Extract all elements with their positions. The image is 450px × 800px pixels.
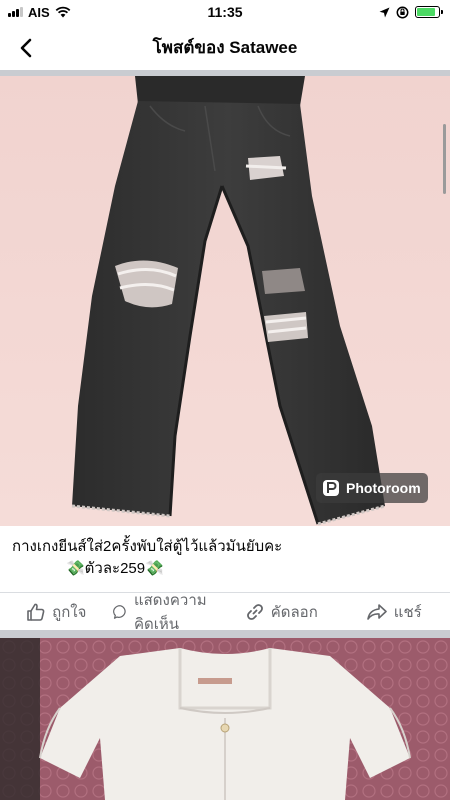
- photoroom-watermark: Photoroom: [316, 473, 428, 503]
- share-button[interactable]: แชร์: [338, 593, 450, 631]
- status-time: 11:35: [207, 4, 243, 20]
- post-caption: กางเกงยีนส์ใส่2ครั้งพับใส่ตู้ไว้แล้วมันย…: [12, 536, 438, 580]
- comment-label: แสดงความคิดเห็น: [133, 591, 207, 633]
- caption-line-2: 💸ตัวละ259💸: [66, 560, 164, 577]
- page-title: โพสต์ของ Satawee: [152, 37, 298, 57]
- copy-label: คัดลอก: [270, 603, 318, 621]
- post-divider: [0, 630, 450, 638]
- wifi-icon: [55, 6, 71, 18]
- comment-button[interactable]: แสดงความคิดเห็น: [112, 592, 226, 633]
- share-label: แชร์: [393, 603, 422, 621]
- back-button[interactable]: [12, 34, 40, 62]
- orientation-lock-icon: [396, 6, 409, 18]
- post-photo[interactable]: [0, 76, 450, 526]
- action-bar: ถูกใจ แสดงความคิดเห็น คัดลอก แชร์: [0, 592, 450, 633]
- location-arrow-icon: [379, 7, 390, 17]
- post-photo-2[interactable]: [0, 638, 450, 800]
- photoroom-logo-icon: [323, 480, 339, 496]
- like-label: ถูกใจ: [52, 603, 87, 621]
- status-bar: AIS 11:35: [0, 0, 450, 24]
- scroll-indicator[interactable]: [443, 124, 446, 194]
- comment-bubble-icon: [112, 604, 126, 619]
- like-button[interactable]: ถูกใจ: [0, 593, 113, 631]
- caption-line-1: กางเกงยีนส์ใส่2ครั้งพับใส่ตู้ไว้แล้วมันย…: [12, 538, 283, 555]
- copy-button[interactable]: คัดลอก: [225, 593, 338, 631]
- post-header: โพสต์ของ Satawee: [0, 24, 450, 70]
- battery-fill: [417, 8, 435, 16]
- link-icon: [246, 603, 263, 620]
- share-arrow-icon: [366, 603, 387, 620]
- watermark-label: Photoroom: [346, 480, 421, 496]
- battery-icon: [415, 6, 443, 18]
- status-right: [379, 6, 443, 19]
- thumbs-up-icon: [27, 603, 45, 621]
- signal-icon: [8, 7, 23, 17]
- carrier-label: AIS: [28, 4, 50, 20]
- chevron-left-icon: [20, 38, 32, 58]
- status-left: AIS: [8, 5, 71, 20]
- blouse-image: [0, 638, 450, 800]
- jeans-image: [0, 76, 450, 526]
